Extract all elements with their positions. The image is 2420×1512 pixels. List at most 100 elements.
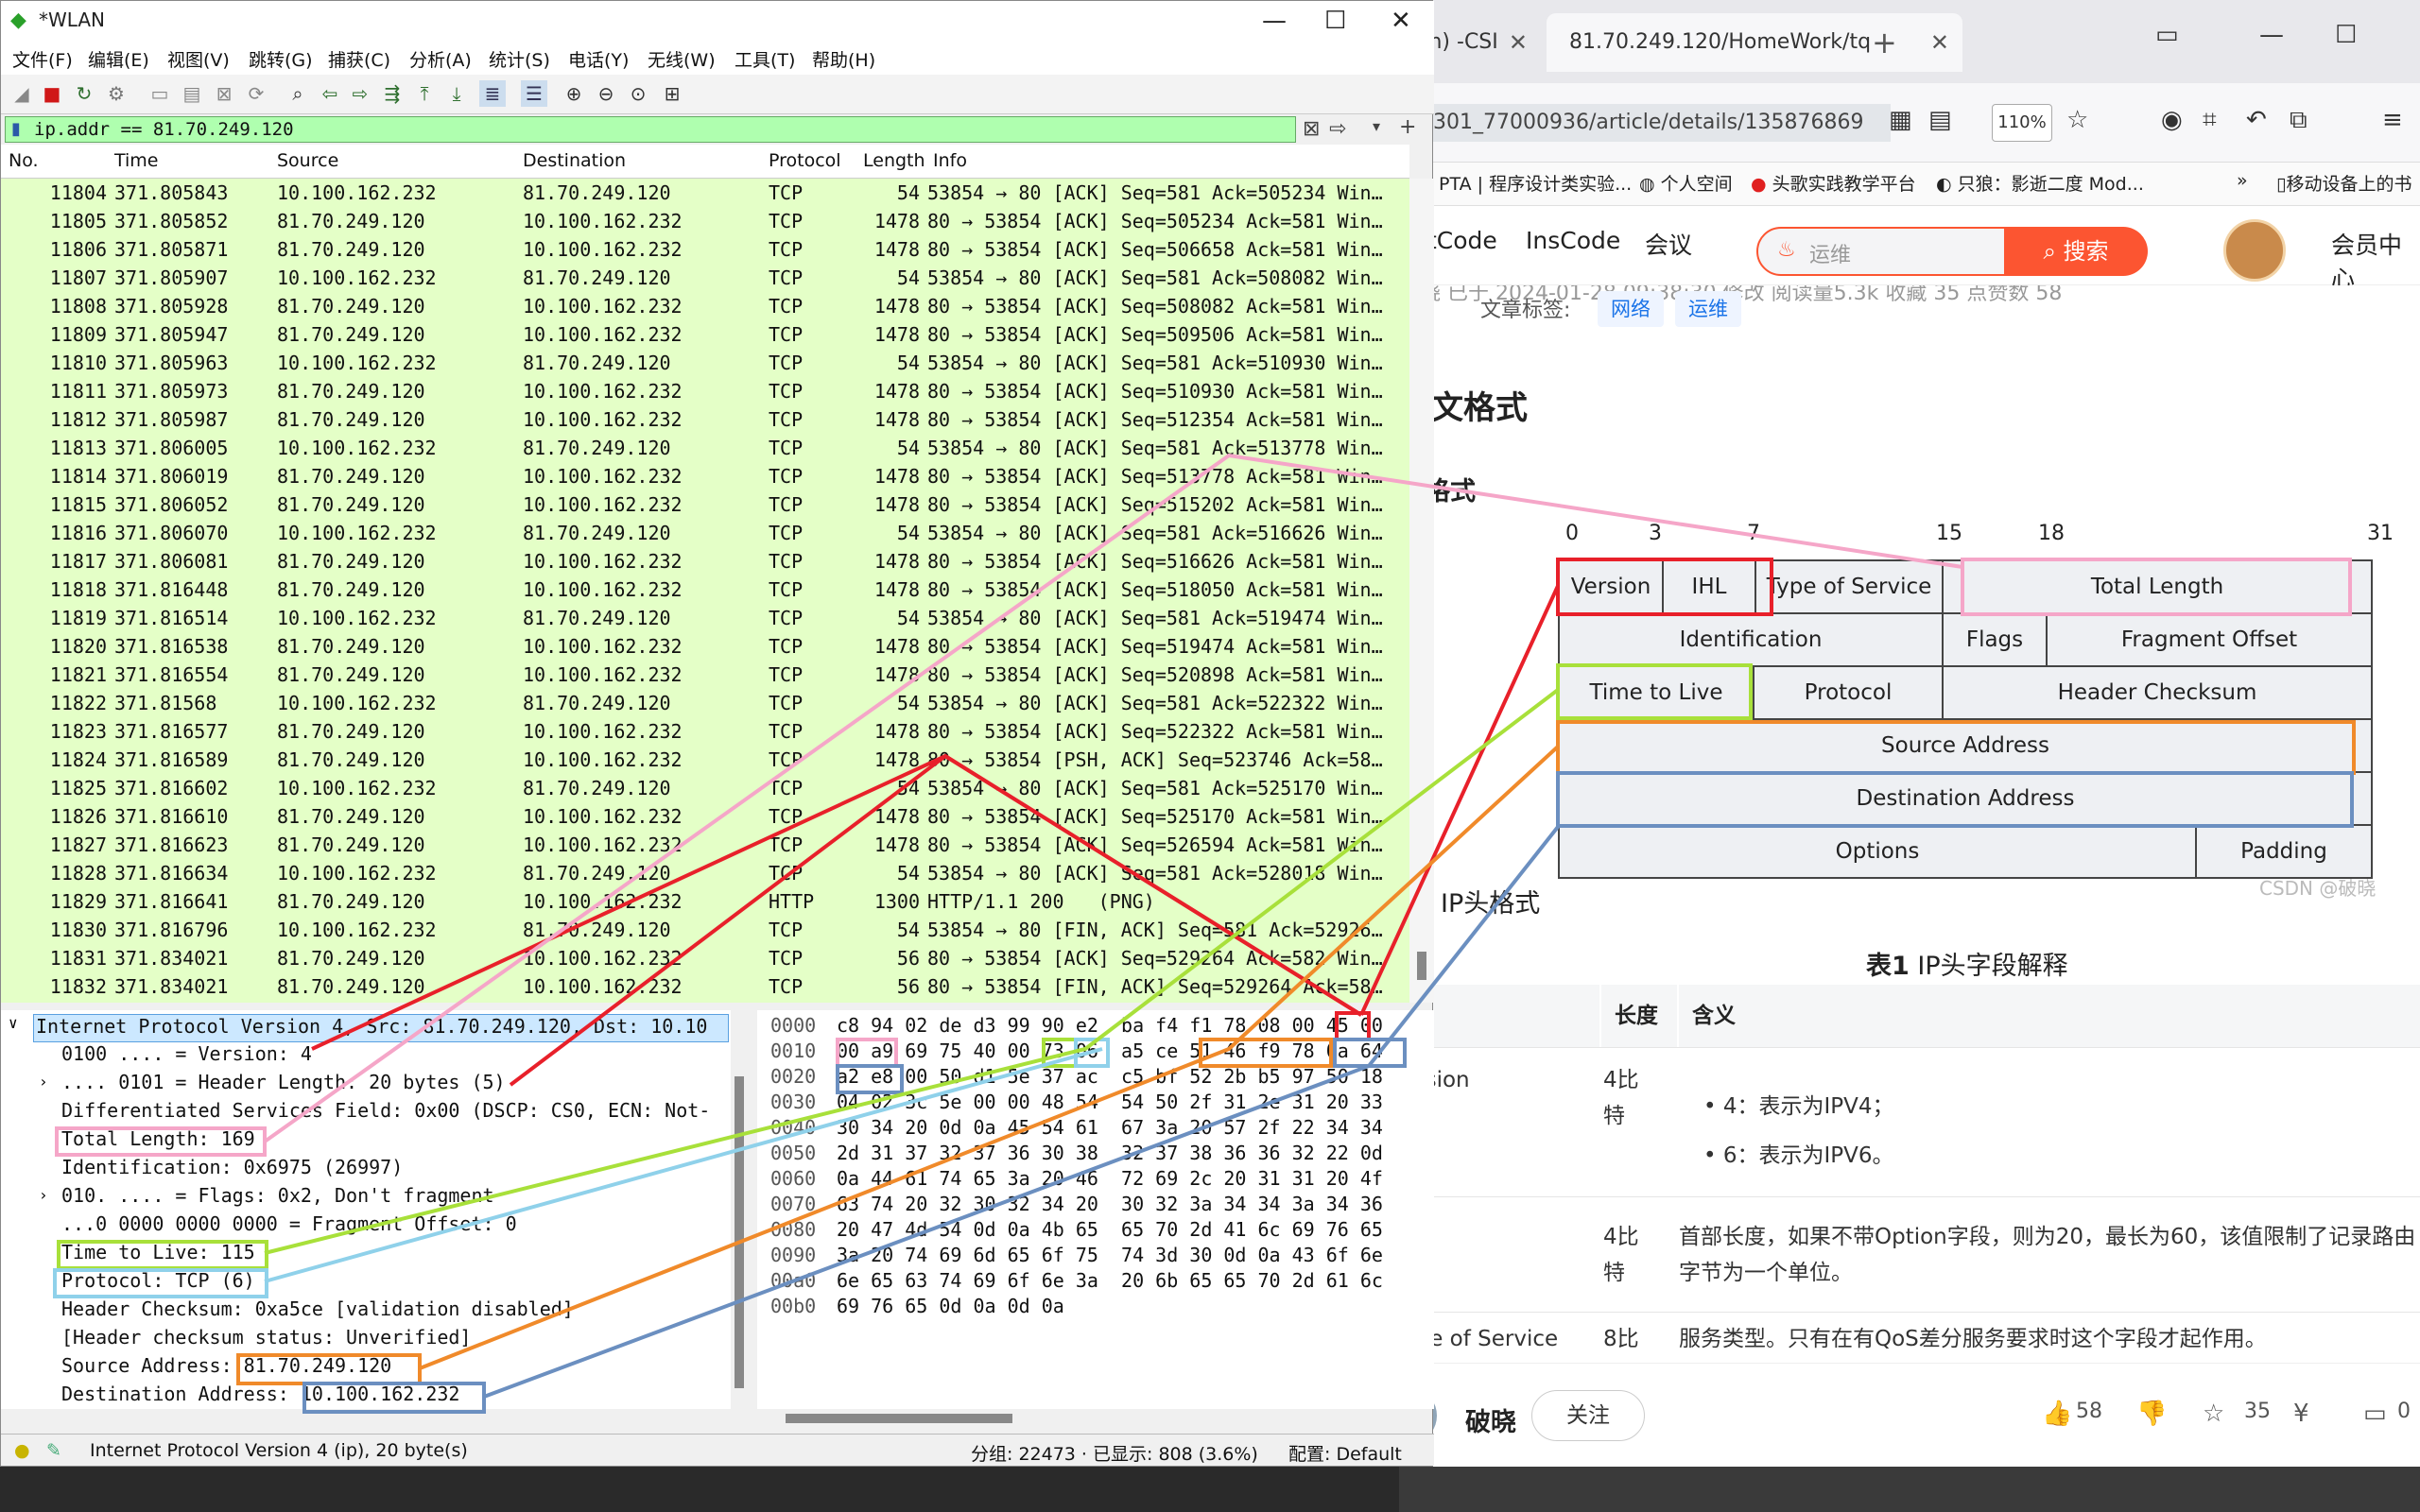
detail-ip-header[interactable]: Internet Protocol Version 4, Src: 81.70.… — [33, 1014, 729, 1042]
hex-bytes[interactable]: 30 34 20 0d 0a 45 54 61 67 3a 20 57 2f 2… — [837, 1116, 1383, 1144]
expert-info-icon[interactable]: ● — [14, 1440, 30, 1461]
bytes-scrollbar[interactable] — [776, 1409, 1419, 1428]
packet-row[interactable]: 11810 371.805963 10.100.162.232 81.70.249.1… — [1, 349, 1409, 377]
col-destination[interactable]: Destination — [523, 150, 626, 171]
col-info[interactable]: Info — [933, 150, 967, 171]
bookmark-educoder[interactable]: ● 头歌实践教学平台 — [1751, 170, 1916, 196]
menu-wireless[interactable]: 无线(W) — [648, 46, 716, 72]
col-length[interactable]: Length — [863, 150, 925, 171]
packet-row[interactable]: 11827 371.816623 81.70.249.120 10.100.162.2… — [1, 831, 1409, 859]
packet-row[interactable]: 11828 371.816634 10.100.162.232 81.70.249.1… — [1, 859, 1409, 887]
bookmark-icon[interactable]: ▮ — [11, 119, 21, 139]
open-file-icon[interactable]: ▭ — [147, 80, 173, 107]
packet-row[interactable]: 11819 371.816514 10.100.162.232 81.70.249.1… — [1, 604, 1409, 632]
scroll-thumb[interactable] — [1417, 952, 1426, 980]
zoom-reset-icon[interactable]: ⊙ — [625, 80, 651, 107]
detail-dsfield[interactable]: Differentiated Services Field: 0x00 (DSC… — [61, 1099, 710, 1127]
hex-bytes[interactable]: 69 76 65 0d 0a 0d 0a — [837, 1295, 1064, 1323]
clear-filter-icon[interactable]: ⊠ — [1303, 117, 1320, 141]
extension-icon[interactable]: ⧉ — [2290, 106, 2308, 135]
comment-icon[interactable]: ▭ — [2363, 1400, 2387, 1428]
avatar[interactable] — [2223, 219, 2286, 282]
bookmark-pta[interactable]: PTA | 程序设计类实验... — [1439, 170, 1632, 196]
like-icon[interactable]: 👍 — [2042, 1400, 2072, 1428]
menu-help[interactable]: 帮助(H) — [812, 46, 875, 72]
details-scrollbar[interactable] — [731, 1010, 748, 1409]
menu-telephony[interactable]: 电话(Y) — [568, 46, 629, 72]
hex-bytes[interactable]: c8 94 02 de d3 99 90 e2 ba f4 f1 78 08 0… — [837, 1014, 1383, 1042]
detail-ttl[interactable]: Time to Live: 115 — [61, 1241, 255, 1269]
tag-ops[interactable]: 运维 — [1675, 291, 1741, 327]
detail-protocol[interactable]: Protocol: TCP (6) — [61, 1269, 255, 1297]
packet-row[interactable]: 11807 371.805907 10.100.162.232 81.70.249.1… — [1, 264, 1409, 292]
scroll-thumb[interactable] — [786, 1414, 1012, 1423]
hex-bytes[interactable]: a2 e8 00 50 d1 5e 37 ac c5 bf 52 2b b5 9… — [837, 1065, 1383, 1093]
col-time[interactable]: Time — [114, 150, 159, 171]
packet-row[interactable]: 11816 371.806070 10.100.162.232 81.70.249.1… — [1, 519, 1409, 547]
hex-bytes[interactable]: 20 47 4d 54 0d 0a 4b 65 65 70 2d 41 6c 6… — [837, 1218, 1383, 1246]
reader-icon[interactable]: ▤ — [1928, 106, 1952, 134]
status-profile[interactable]: 配置: Default — [1288, 1440, 1402, 1466]
edit-comment-icon[interactable]: ✎ — [46, 1440, 61, 1461]
packet-row[interactable]: 11826 371.816610 81.70.249.120 10.100.162.2… — [1, 802, 1409, 831]
autoscroll-icon[interactable]: ≣ — [479, 80, 506, 107]
go-to-packet-icon[interactable]: ⇶ — [379, 80, 406, 107]
packet-row[interactable]: 11812 371.805987 81.70.249.120 10.100.162.2… — [1, 405, 1409, 434]
hex-bytes[interactable]: 6e 65 63 74 69 6f 6e 3a 20 6b 65 65 70 2… — [837, 1269, 1383, 1297]
packet-row[interactable]: 11820 371.816538 81.70.249.120 10.100.162.2… — [1, 632, 1409, 661]
close-icon[interactable]: ✕ — [1930, 13, 1949, 72]
packet-row[interactable]: 11809 371.805947 81.70.249.120 10.100.162.2… — [1, 320, 1409, 349]
search-button[interactable]: ⌕ 搜索 — [2004, 227, 2148, 276]
first-packet-icon[interactable]: ⤒ — [411, 80, 438, 107]
close-file-icon[interactable]: ⊠ — [211, 80, 237, 107]
packet-row[interactable]: 11821 371.816554 81.70.249.120 10.100.162.2… — [1, 661, 1409, 689]
hex-bytes[interactable]: 63 74 20 32 30 32 34 20 30 32 3a 34 34 3… — [837, 1193, 1383, 1221]
detail-checksum-status[interactable]: [Header checksum status: Unverified] — [61, 1326, 471, 1354]
packet-row[interactable]: 11825 371.816602 10.100.162.232 81.70.249.1… — [1, 774, 1409, 802]
menu-icon[interactable]: ≡ — [2382, 106, 2403, 134]
detail-destination[interactable]: Destination Address: 10.100.162.232 — [61, 1383, 459, 1409]
bookmark-sekiro[interactable]: ◐ 只狼：影逝二度 Mod... — [1936, 170, 2144, 196]
scroll-thumb[interactable] — [735, 1076, 744, 1388]
chevron-right-icon[interactable]: › — [39, 1186, 48, 1204]
col-no[interactable]: No. — [9, 150, 39, 171]
restart-capture-icon[interactable]: ↻ — [71, 80, 97, 107]
capture-options-icon[interactable]: ⚙ — [103, 80, 130, 107]
packet-row[interactable]: 11823 371.816577 81.70.249.120 10.100.162.2… — [1, 717, 1409, 746]
reward-icon[interactable]: ¥ — [2293, 1400, 2309, 1428]
nav-inscode[interactable]: InsCode — [1526, 227, 1620, 254]
display-filter-input[interactable]: ▮ ip.addr == 81.70.249.120 ⊠ ⇨ ▾ + — [5, 115, 1416, 143]
packet-row[interactable]: 11811 371.805973 81.70.249.120 10.100.162.2… — [1, 377, 1409, 405]
qr-icon[interactable]: ▦ — [1889, 106, 1912, 134]
chevron-right-icon[interactable]: » — [2237, 170, 2248, 191]
minimize-icon[interactable]: — — [2259, 21, 2284, 49]
crop-icon[interactable]: ⌗ — [2203, 106, 2217, 135]
dislike-icon[interactable]: 👎 — [2136, 1400, 2167, 1428]
packet-row[interactable]: 11813 371.806005 10.100.162.232 81.70.249.1… — [1, 434, 1409, 462]
apply-filter-icon[interactable]: ⇨ — [1329, 117, 1346, 141]
chevron-down-icon[interactable]: ∨ — [9, 1014, 18, 1032]
packet-row[interactable]: 11832 371.834021 81.70.249.120 10.100.162.2… — [1, 972, 1409, 1001]
hex-bytes[interactable]: 0a 44 61 74 65 3a 20 46 72 69 2c 20 31 3… — [837, 1167, 1383, 1195]
packet-row[interactable]: 11805 371.805852 81.70.249.120 10.100.162.2… — [1, 207, 1409, 235]
close-icon[interactable]: ✕ — [1509, 13, 1528, 72]
stop-capture-icon[interactable]: ■ — [39, 80, 65, 107]
undo-icon[interactable]: ↶ — [2246, 106, 2267, 134]
packet-row[interactable]: 11817 371.806081 81.70.249.120 10.100.162.2… — [1, 547, 1409, 576]
detail-fragment-offset[interactable]: ...0 0000 0000 0000 = Fragment Offset: 0 — [61, 1212, 517, 1241]
detail-flags[interactable]: 010. .... = Flags: 0x2, Don't fragment — [61, 1184, 494, 1212]
detail-checksum[interactable]: Header Checksum: 0xa5ce [validation disa… — [61, 1297, 574, 1326]
menu-tools[interactable]: 工具(T) — [735, 46, 795, 72]
menu-file[interactable]: 文件(F) — [12, 46, 73, 72]
zoom-in-icon[interactable]: ⊕ — [561, 80, 587, 107]
window-list-icon[interactable]: ▭ — [2155, 21, 2179, 49]
packet-row[interactable]: 11818 371.816448 81.70.249.120 10.100.162.2… — [1, 576, 1409, 604]
minimize-icon[interactable]: — — [1262, 7, 1287, 35]
nav-meeting[interactable]: 会议 — [1645, 227, 1692, 261]
hex-bytes[interactable]: 04 02 3c 5e 00 00 48 54 54 50 2f 31 2e 3… — [837, 1091, 1383, 1119]
author-name[interactable]: 破晓 — [1465, 1401, 1516, 1438]
chevron-right-icon[interactable]: › — [39, 1073, 48, 1091]
detail-version[interactable]: 0100 .... = Version: 4 — [61, 1042, 312, 1071]
detail-source[interactable]: Source Address: 81.70.249.120 — [61, 1354, 391, 1383]
hex-bytes[interactable]: 00 a9 69 75 40 00 73 06 a5 ce 51 46 f9 7… — [837, 1040, 1383, 1068]
